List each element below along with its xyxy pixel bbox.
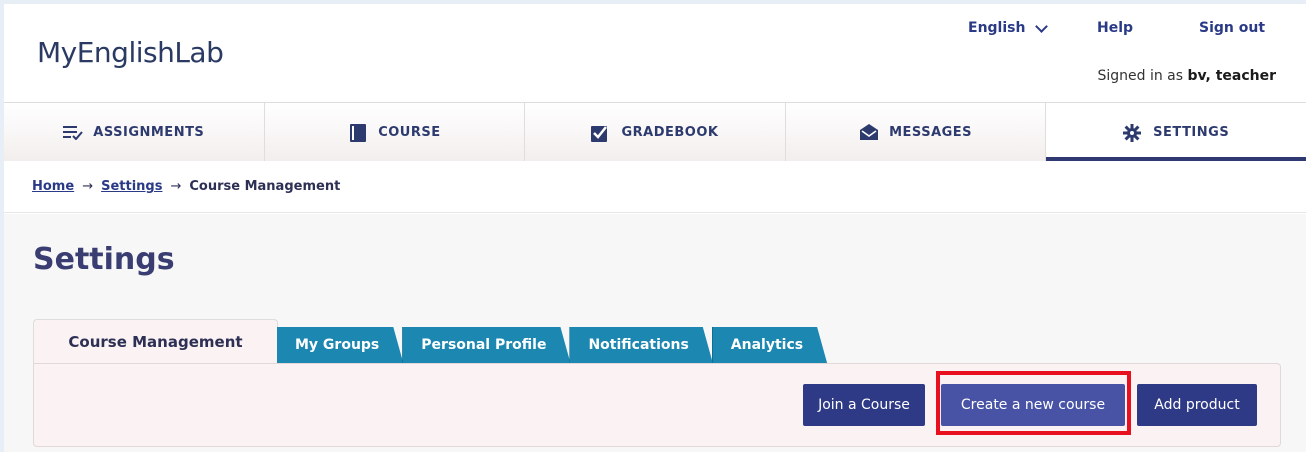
language-label: English: [968, 20, 1026, 36]
main-nav: ASSIGNMENTS COURSE GRADEBOOK MESSAGES SE…: [4, 102, 1306, 161]
page-title: Settings: [33, 242, 175, 277]
tab-analytics[interactable]: Analytics: [712, 327, 827, 363]
nav-label: GRADEBOOK: [621, 124, 719, 140]
nav-label: ASSIGNMENTS: [93, 124, 205, 140]
nav-label: COURSE: [378, 124, 441, 140]
tab-my-groups[interactable]: My Groups: [277, 327, 403, 363]
tab-course-management[interactable]: Course Management: [33, 319, 278, 363]
nav-label: MESSAGES: [889, 124, 973, 140]
nav-assignments[interactable]: ASSIGNMENTS: [4, 103, 265, 161]
course-management-panel: Join a Course Create a new course Add pr…: [33, 363, 1281, 447]
breadcrumb-separator: →: [170, 179, 182, 194]
breadcrumb-settings[interactable]: Settings: [101, 179, 162, 194]
book-icon: [348, 124, 367, 142]
nav-gradebook[interactable]: GRADEBOOK: [525, 103, 786, 161]
chevron-down-icon: [1035, 19, 1049, 33]
signed-in-user: bv, teacher: [1187, 68, 1277, 84]
tab-notifications[interactable]: Notifications: [569, 327, 712, 363]
signed-in-status: Signed in as bv, teacher: [1097, 68, 1276, 84]
envelope-icon: [859, 124, 879, 140]
settings-tabs: Course Management My Groups Personal Pro…: [33, 319, 827, 363]
logo: MyEnglishLab: [37, 36, 224, 69]
create-course-button[interactable]: Create a new course: [941, 384, 1125, 426]
nav-settings[interactable]: SETTINGS: [1046, 103, 1306, 161]
list-check-icon: [63, 124, 84, 141]
tab-personal-profile[interactable]: Personal Profile: [402, 327, 570, 363]
language-selector[interactable]: English: [968, 19, 1049, 36]
nav-messages[interactable]: MESSAGES: [786, 103, 1047, 161]
gear-icon: [1123, 124, 1142, 142]
breadcrumb-home[interactable]: Home: [32, 179, 74, 194]
header: MyEnglishLab English Help Sign out Signe…: [4, 4, 1306, 102]
nav-course[interactable]: COURSE: [265, 103, 526, 161]
breadcrumb-separator: →: [82, 179, 94, 194]
sign-out-link[interactable]: Sign out: [1199, 20, 1265, 36]
breadcrumb: Home → Settings → Course Management: [4, 161, 1306, 213]
checkbox-icon: [591, 124, 609, 142]
main-content: Settings Course Management My Groups Per…: [4, 214, 1306, 452]
join-course-button[interactable]: Join a Course: [803, 384, 925, 426]
signed-in-prefix: Signed in as: [1097, 68, 1184, 84]
app-frame: MyEnglishLab English Help Sign out Signe…: [4, 4, 1306, 452]
add-product-button[interactable]: Add product: [1137, 384, 1257, 426]
help-link[interactable]: Help: [1097, 20, 1133, 36]
breadcrumb-current: Course Management: [189, 179, 341, 194]
nav-label: SETTINGS: [1153, 124, 1230, 140]
